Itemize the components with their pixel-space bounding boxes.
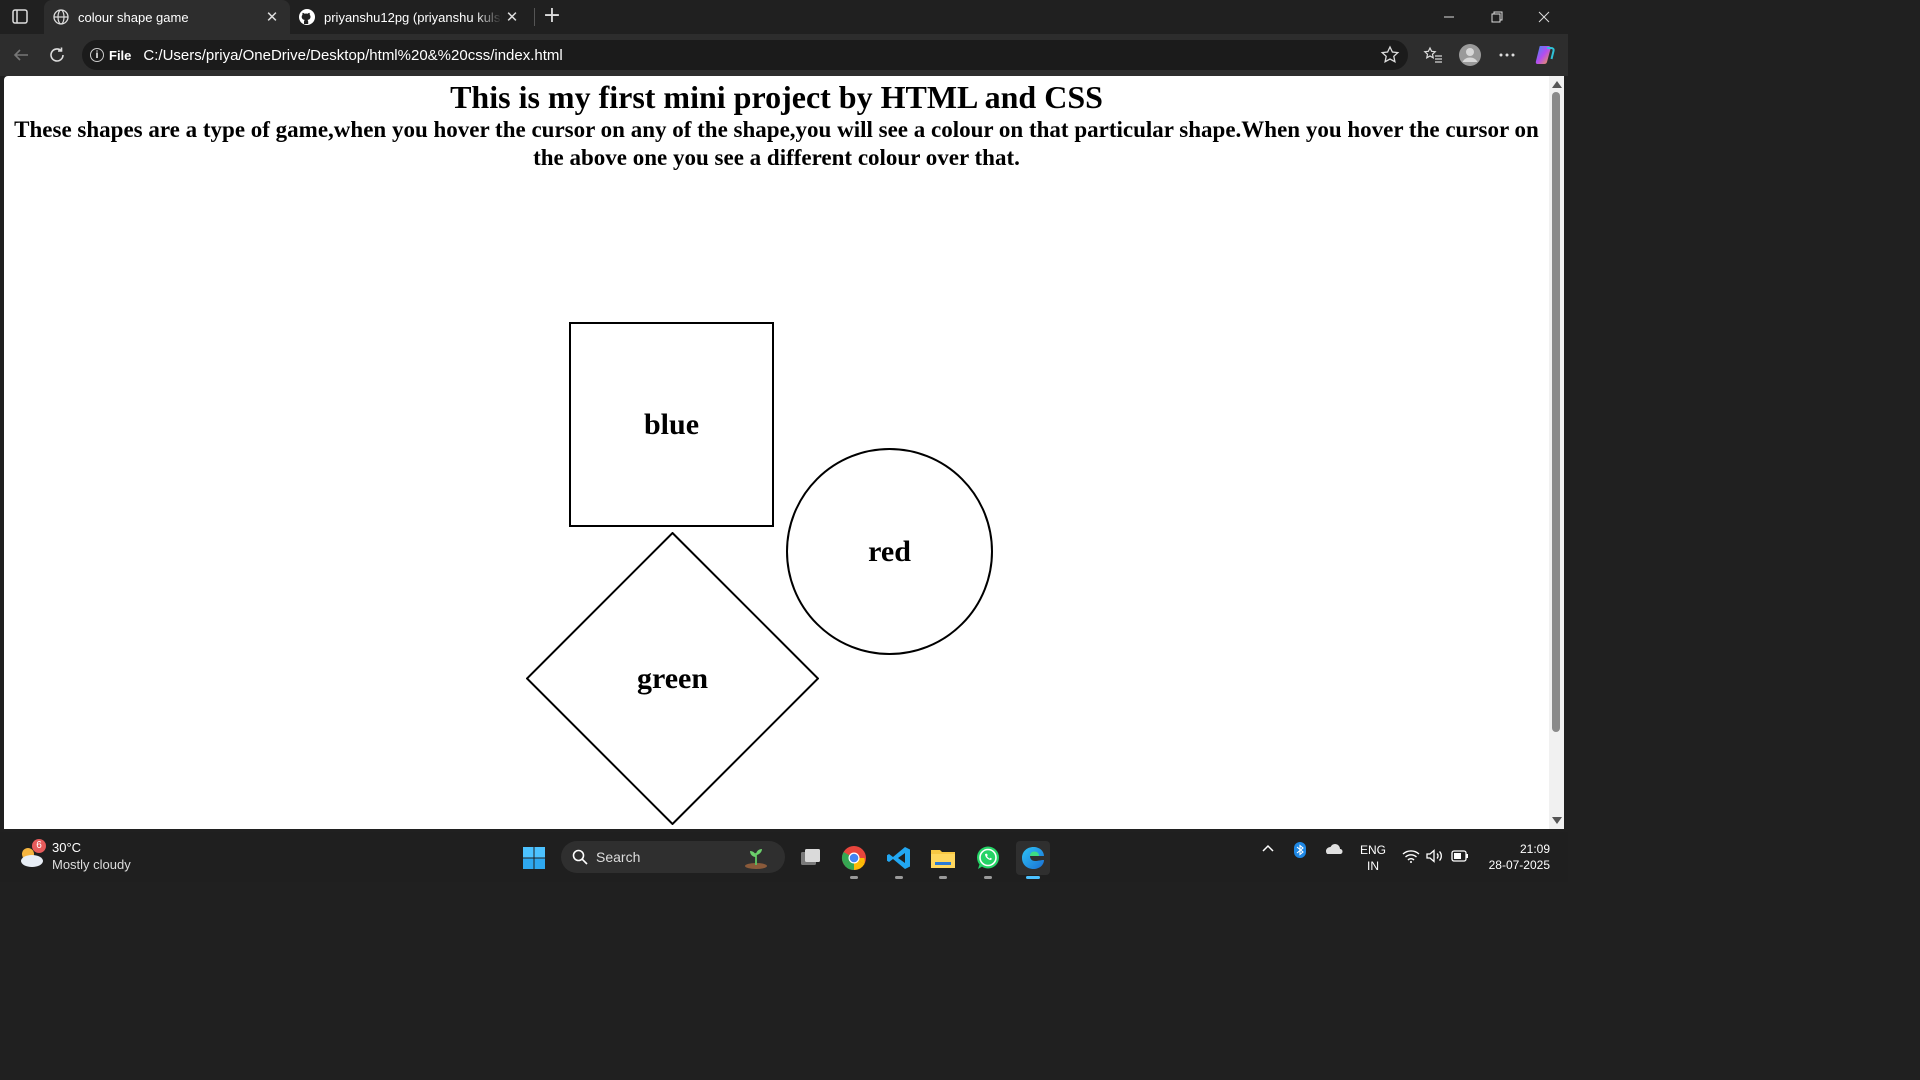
clock-time: 21:09	[1519, 842, 1550, 856]
bluetooth-icon[interactable]	[1293, 842, 1307, 861]
sprout-highlight-icon	[745, 849, 767, 869]
browser-toolbar: i File C:/Users/priya/OneDrive/Desktop/h…	[0, 34, 1568, 76]
weather-temperature: 30°C	[52, 840, 82, 855]
minimize-icon[interactable]	[1426, 0, 1472, 34]
tab-title: priyanshu12pg (priyanshu kulshrestha)	[324, 9, 502, 25]
clock-date: 28-07-2025	[1488, 858, 1550, 872]
show-hidden-icons-chevron-icon[interactable]	[1261, 842, 1275, 859]
onedrive-icon[interactable]	[1323, 842, 1343, 859]
page-title: This is my first mini project by HTML an…	[450, 79, 1103, 115]
page-description: These shapes are a type of game,when you…	[14, 117, 1539, 170]
wifi-icon[interactable]	[1402, 849, 1420, 866]
info-icon: i	[90, 48, 104, 62]
battery-icon[interactable]	[1451, 850, 1469, 865]
vertical-scrollbar[interactable]	[1549, 76, 1564, 829]
refresh-icon[interactable]	[44, 42, 70, 68]
square-label: blue	[643, 407, 700, 441]
running-indicator	[895, 876, 903, 879]
copilot-icon[interactable]	[1532, 42, 1558, 68]
task-view-icon[interactable]	[793, 841, 827, 875]
edge-icon[interactable]	[1016, 841, 1050, 879]
file-explorer-icon[interactable]	[926, 841, 960, 879]
favorites-list-icon[interactable]	[1420, 42, 1446, 68]
taskbar-search[interactable]: Search	[561, 841, 785, 873]
start-windows-icon[interactable]	[517, 841, 551, 875]
active-app-indicator	[1026, 876, 1040, 879]
scrollbar-thumb[interactable]	[1552, 92, 1560, 732]
favorite-star-icon[interactable]	[1380, 45, 1400, 69]
blue-square-shape[interactable]: blue	[569, 322, 774, 527]
language-code: ENG	[1359, 843, 1386, 857]
green-diamond-shape[interactable]: green	[525, 531, 820, 826]
chrome-icon[interactable]	[837, 841, 871, 879]
weather-widget[interactable]: 6 30°C Mostly cloudy	[16, 838, 156, 876]
system-clock[interactable]: 21:09 28-07-2025	[1480, 841, 1550, 873]
github-icon	[298, 8, 316, 26]
input-language-indicator[interactable]: ENG IN	[1358, 842, 1388, 874]
language-region: IN	[1367, 859, 1379, 873]
scheme-label: File	[109, 47, 132, 63]
weather-condition: Mostly cloudy	[52, 857, 131, 872]
diamond-label-wrap: green	[526, 532, 819, 825]
taskbar: 6 30°C Mostly cloudy Search ENG IN 21:09…	[0, 832, 1568, 882]
close-window-icon[interactable]	[1521, 0, 1567, 34]
scroll-down-arrow-icon[interactable]	[1552, 817, 1562, 824]
tab-divider	[534, 8, 535, 26]
new-tab-icon[interactable]: +	[540, 4, 564, 28]
address-bar[interactable]: i File C:/Users/priya/OneDrive/Desktop/h…	[82, 40, 1408, 70]
weather-badge: 6	[32, 839, 46, 853]
tab-github-profile[interactable]: priyanshu12pg (priyanshu kulshrestha) ✕	[290, 0, 530, 34]
vscode-icon[interactable]	[882, 841, 916, 879]
back-arrow-icon[interactable]	[8, 42, 34, 68]
profile-avatar-icon[interactable]	[1457, 42, 1483, 68]
running-indicator	[939, 876, 947, 879]
running-indicator	[984, 876, 992, 879]
tab-strip: colour shape game ✕ priyanshu12pg (priya…	[0, 0, 1568, 34]
volume-icon[interactable]	[1426, 849, 1444, 866]
tab-actions-icon[interactable]	[8, 6, 32, 28]
circle-label: red	[868, 534, 911, 568]
site-info-button[interactable]: i File	[90, 48, 131, 63]
restore-icon[interactable]	[1474, 0, 1520, 34]
search-icon	[572, 849, 588, 865]
page-viewport: This is my first mini project by HTML an…	[4, 76, 1549, 829]
tab-colour-shape-game[interactable]: colour shape game ✕	[44, 0, 290, 34]
whatsapp-icon[interactable]	[971, 841, 1005, 879]
scroll-up-arrow-icon[interactable]	[1552, 81, 1562, 88]
search-label: Search	[596, 849, 641, 865]
running-indicator	[850, 876, 858, 879]
close-tab-icon[interactable]: ✕	[262, 8, 282, 26]
globe-icon	[52, 8, 70, 26]
tab-title: colour shape game	[78, 9, 189, 25]
diamond-label: green	[636, 661, 709, 695]
close-tab-icon[interactable]: ✕	[502, 8, 522, 26]
url-text[interactable]: C:/Users/priya/OneDrive/Desktop/html%20&…	[143, 47, 562, 64]
more-menu-icon[interactable]	[1494, 42, 1520, 68]
